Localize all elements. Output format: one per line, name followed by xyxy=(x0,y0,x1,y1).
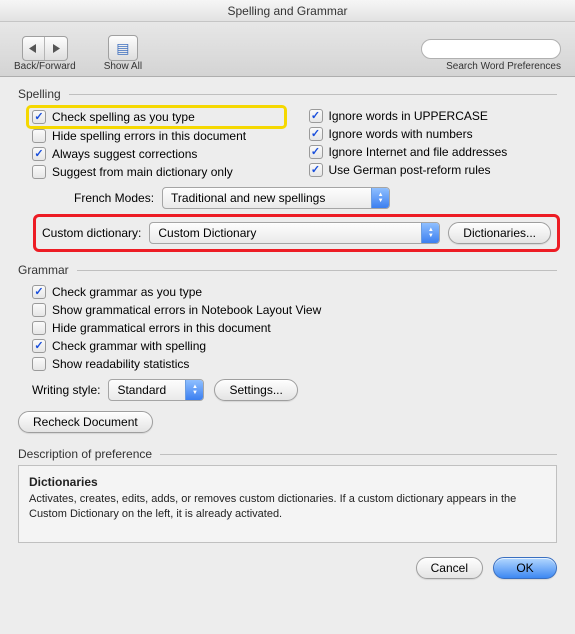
check-grammar-as-you-type-row: Check grammar as you type xyxy=(32,283,557,301)
search-label: Search Word Preferences xyxy=(446,61,561,72)
writing-style-select[interactable]: Standard ▲▼ xyxy=(108,379,204,401)
ignore-internet-row: Ignore Internet and file addresses xyxy=(309,143,558,161)
custom-dictionary-value: Custom Dictionary xyxy=(158,226,413,240)
show-errors-notebook-label: Show grammatical errors in Notebook Layo… xyxy=(52,303,321,317)
description-section-label: Description of preference xyxy=(18,447,152,461)
divider xyxy=(77,270,557,271)
ignore-internet-checkbox[interactable] xyxy=(309,145,323,159)
search-group: Search Word Preferences xyxy=(421,39,561,72)
ignore-uppercase-checkbox[interactable] xyxy=(309,109,323,123)
suggest-main-dict-only-row: Suggest from main dictionary only xyxy=(32,163,281,181)
german-post-reform-label: Use German post-reform rules xyxy=(329,163,491,177)
custom-dictionary-select[interactable]: Custom Dictionary ▲▼ xyxy=(149,222,440,244)
search-input[interactable] xyxy=(421,39,561,59)
show-readability-label: Show readability statistics xyxy=(52,357,189,371)
ok-button[interactable]: OK xyxy=(493,557,557,579)
show-readability-row: Show readability statistics xyxy=(32,355,557,373)
description-body: Activates, creates, edits, adds, or remo… xyxy=(29,492,546,522)
hide-grammar-errors-row: Hide grammatical errors in this document xyxy=(32,319,557,337)
check-grammar-with-spelling-label: Check grammar with spelling xyxy=(52,339,206,353)
description-title: Dictionaries xyxy=(29,474,546,490)
ignore-uppercase-label: Ignore words in UPPERCASE xyxy=(329,109,488,123)
back-forward-buttons[interactable] xyxy=(22,36,68,61)
hide-spelling-errors-row: Hide spelling errors in this document xyxy=(32,127,281,145)
custom-dictionary-row: Custom dictionary: Custom Dictionary ▲▼ … xyxy=(36,217,557,249)
description-box: Dictionaries Activates, creates, edits, … xyxy=(18,465,557,543)
cancel-button[interactable]: Cancel xyxy=(416,557,483,579)
recheck-document-button[interactable]: Recheck Document xyxy=(18,411,153,433)
ignore-uppercase-row: Ignore words in UPPERCASE xyxy=(309,107,558,125)
grid-icon: ▤ xyxy=(116,40,129,57)
show-all-button[interactable]: ▤ xyxy=(108,35,138,61)
ignore-numbers-label: Ignore words with numbers xyxy=(329,127,473,141)
dictionaries-button[interactable]: Dictionaries... xyxy=(448,222,551,244)
check-grammar-with-spelling-row: Check grammar with spelling xyxy=(32,337,557,355)
triangle-right-icon xyxy=(52,44,60,53)
french-modes-label: French Modes: xyxy=(74,191,154,205)
always-suggest-corrections-checkbox[interactable] xyxy=(32,147,46,161)
hide-grammar-errors-label: Hide grammatical errors in this document xyxy=(52,321,271,335)
check-grammar-with-spelling-checkbox[interactable] xyxy=(32,339,46,353)
check-spelling-as-you-type-row: Check spelling as you type xyxy=(29,108,284,126)
divider xyxy=(69,94,557,95)
hide-spelling-errors-checkbox[interactable] xyxy=(32,129,46,143)
always-suggest-corrections-label: Always suggest corrections xyxy=(52,147,197,161)
chevron-updown-icon: ▲▼ xyxy=(185,380,203,400)
show-all-label: Show All xyxy=(104,61,142,72)
chevron-updown-icon: ▲▼ xyxy=(371,188,389,208)
back-forward-label: Back/Forward xyxy=(14,61,76,72)
grammar-section: Grammar Check grammar as you type Show gr… xyxy=(18,263,557,433)
ignore-numbers-row: Ignore words with numbers xyxy=(309,125,558,143)
description-section: Description of preference Dictionaries A… xyxy=(18,447,557,543)
divider xyxy=(160,454,557,455)
back-button[interactable] xyxy=(23,37,45,60)
suggest-main-dict-only-label: Suggest from main dictionary only xyxy=(52,165,233,179)
check-grammar-as-you-type-checkbox[interactable] xyxy=(32,285,46,299)
writing-style-value: Standard xyxy=(117,383,177,397)
hide-spelling-errors-label: Hide spelling errors in this document xyxy=(52,129,246,143)
french-modes-value: Traditional and new spellings xyxy=(171,191,363,205)
suggest-main-dict-only-checkbox[interactable] xyxy=(32,165,46,179)
ignore-numbers-checkbox[interactable] xyxy=(309,127,323,141)
toolbar: Back/Forward ▤ Show All Search Word Pref… xyxy=(0,22,575,77)
chevron-updown-icon: ▲▼ xyxy=(421,223,439,243)
spelling-section-label: Spelling xyxy=(18,87,61,101)
show-errors-notebook-row: Show grammatical errors in Notebook Layo… xyxy=(32,301,557,319)
grammar-section-label: Grammar xyxy=(18,263,69,277)
german-post-reform-checkbox[interactable] xyxy=(309,163,323,177)
triangle-left-icon xyxy=(29,44,37,53)
show-errors-notebook-checkbox[interactable] xyxy=(32,303,46,317)
hide-grammar-errors-checkbox[interactable] xyxy=(32,321,46,335)
settings-button[interactable]: Settings... xyxy=(214,379,297,401)
check-spelling-as-you-type-label: Check spelling as you type xyxy=(52,110,195,124)
always-suggest-corrections-row: Always suggest corrections xyxy=(32,145,281,163)
spelling-section: Spelling Check spelling as you type Hide … xyxy=(18,87,557,249)
german-post-reform-row: Use German post-reform rules xyxy=(309,161,558,179)
check-grammar-as-you-type-label: Check grammar as you type xyxy=(52,285,202,299)
show-readability-checkbox[interactable] xyxy=(32,357,46,371)
window-title: Spelling and Grammar xyxy=(0,0,575,22)
check-spelling-as-you-type-checkbox[interactable] xyxy=(32,110,46,124)
writing-style-label: Writing style: xyxy=(32,383,100,397)
ignore-internet-label: Ignore Internet and file addresses xyxy=(329,145,508,159)
french-modes-select[interactable]: Traditional and new spellings ▲▼ xyxy=(162,187,390,209)
custom-dictionary-label: Custom dictionary: xyxy=(42,226,141,240)
forward-button[interactable] xyxy=(45,37,67,60)
back-forward-group: Back/Forward xyxy=(14,36,76,72)
footer-buttons: Cancel OK xyxy=(18,557,557,579)
show-all-group: ▤ Show All xyxy=(104,35,142,72)
